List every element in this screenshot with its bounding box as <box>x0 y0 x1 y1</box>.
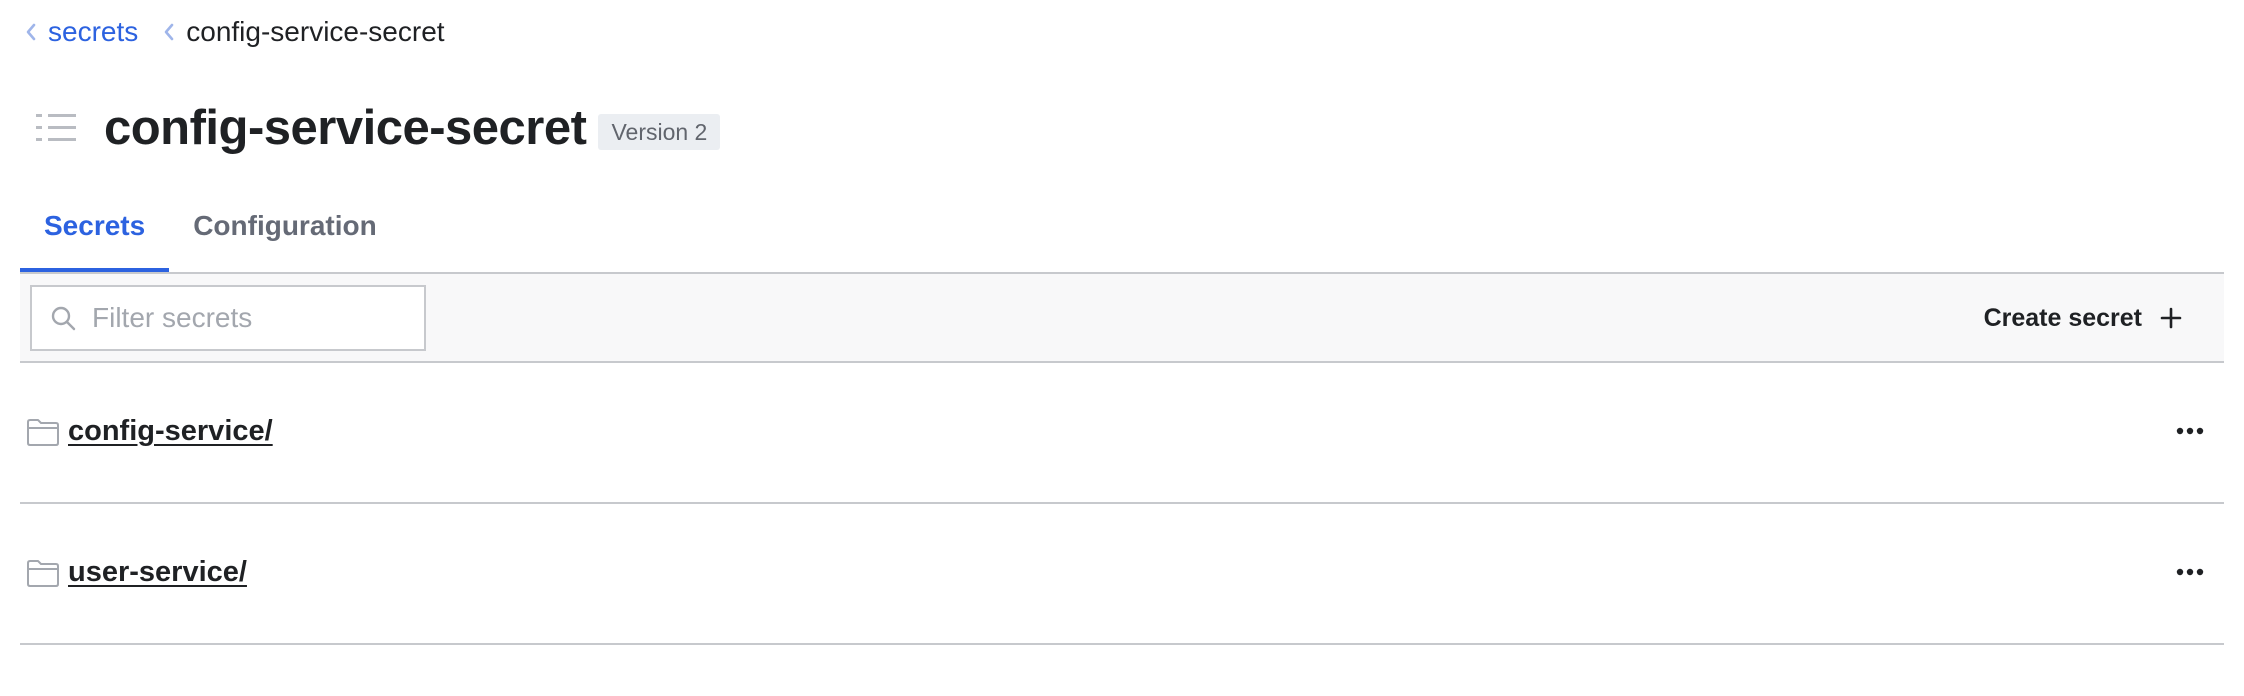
ellipsis-icon <box>2176 568 2204 576</box>
list-item: user-service/ <box>20 504 2224 645</box>
breadcrumb-item-secrets[interactable]: secrets <box>20 14 138 50</box>
secrets-list: config-service/ user-service/ <box>20 363 2224 645</box>
page-header: config-service-secret Version 2 <box>34 96 721 160</box>
ellipsis-icon <box>2176 427 2204 435</box>
list-icon <box>34 106 78 150</box>
version-badge: Version 2 <box>598 114 721 150</box>
list-item: config-service/ <box>20 363 2224 504</box>
more-actions-button[interactable] <box>2170 552 2210 592</box>
secret-path-link[interactable]: user-service/ <box>68 554 247 590</box>
toolbar: Create secret <box>20 272 2224 363</box>
breadcrumb-item-current: config-service-secret <box>158 14 445 50</box>
search-icon <box>48 303 78 333</box>
secret-path-link[interactable]: config-service/ <box>68 413 273 449</box>
create-secret-button[interactable]: Create secret <box>1984 294 2184 342</box>
breadcrumb-current-label: config-service-secret <box>186 16 445 47</box>
filter-secrets-input[interactable] <box>90 301 414 335</box>
page: secrets config-service-secret config-ser… <box>0 0 2244 696</box>
filter-field[interactable] <box>30 285 426 351</box>
page-title: config-service-secret <box>104 101 587 155</box>
tab-secrets[interactable]: Secrets <box>20 200 170 272</box>
folder-icon <box>26 558 60 588</box>
breadcrumb: secrets config-service-secret <box>20 14 445 50</box>
chevron-left-icon <box>20 14 42 50</box>
more-actions-button[interactable] <box>2170 411 2210 451</box>
create-secret-label: Create secret <box>1983 303 2142 332</box>
tab-bar: Secrets Configuration <box>20 200 401 272</box>
chevron-left-icon <box>158 14 180 50</box>
breadcrumb-link-secrets[interactable]: secrets <box>48 14 138 50</box>
tab-configuration[interactable]: Configuration <box>169 200 401 272</box>
folder-icon <box>26 417 60 447</box>
plus-icon <box>2158 305 2184 331</box>
